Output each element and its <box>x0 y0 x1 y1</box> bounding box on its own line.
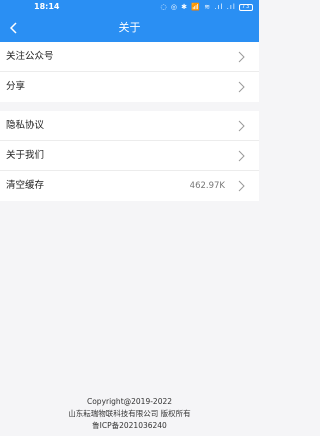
row-label: 分享 <box>6 81 26 92</box>
status-time: 18:14 <box>34 2 60 11</box>
company-text: 山东耘瑞物联科技有限公司 版权所有 <box>68 409 191 418</box>
icp-text: 鲁ICP备2021036240 <box>92 421 167 430</box>
row-label: 隐私协议 <box>6 120 45 131</box>
settings-group-1: 关注公众号 分享 <box>0 42 259 102</box>
row-label: 关注公众号 <box>6 51 54 62</box>
chevron-right-icon <box>238 51 245 63</box>
row-label: 清空缓存 <box>6 180 45 191</box>
row-about-us[interactable]: 关于我们 <box>0 141 259 171</box>
chevron-right-icon <box>238 120 245 132</box>
status-indicator-icons: ◌ ◎ ✱ 📶 ≋ .ıl .ıl <box>160 3 236 11</box>
cache-size-value: 462.97K <box>189 181 225 191</box>
copyright-text: Copyright@2019-2022 <box>86 397 173 406</box>
row-label: 关于我们 <box>6 150 45 161</box>
row-share[interactable]: 分享 <box>0 72 259 102</box>
page-title: 关于 <box>118 21 141 34</box>
chevron-right-icon <box>238 180 245 192</box>
row-privacy-policy[interactable]: 隐私协议 <box>0 111 259 141</box>
row-clear-cache[interactable]: 清空缓存 462.97K <box>0 171 259 201</box>
row-follow-official-account[interactable]: 关注公众号 <box>0 42 259 72</box>
chevron-right-icon <box>238 150 245 162</box>
chevron-right-icon <box>238 81 245 93</box>
settings-group-2: 隐私协议 关于我们 清空缓存 462.97K <box>0 111 259 201</box>
status-bar: 18:14 ◌ ◎ ✱ 📶 ≋ .ıl .ıl 73 <box>0 0 259 14</box>
nav-bar: 关于 <box>0 14 259 42</box>
battery-icon: 73 <box>239 3 253 11</box>
status-icons: ◌ ◎ ✱ 📶 ≋ .ıl .ıl 73 <box>161 0 253 14</box>
